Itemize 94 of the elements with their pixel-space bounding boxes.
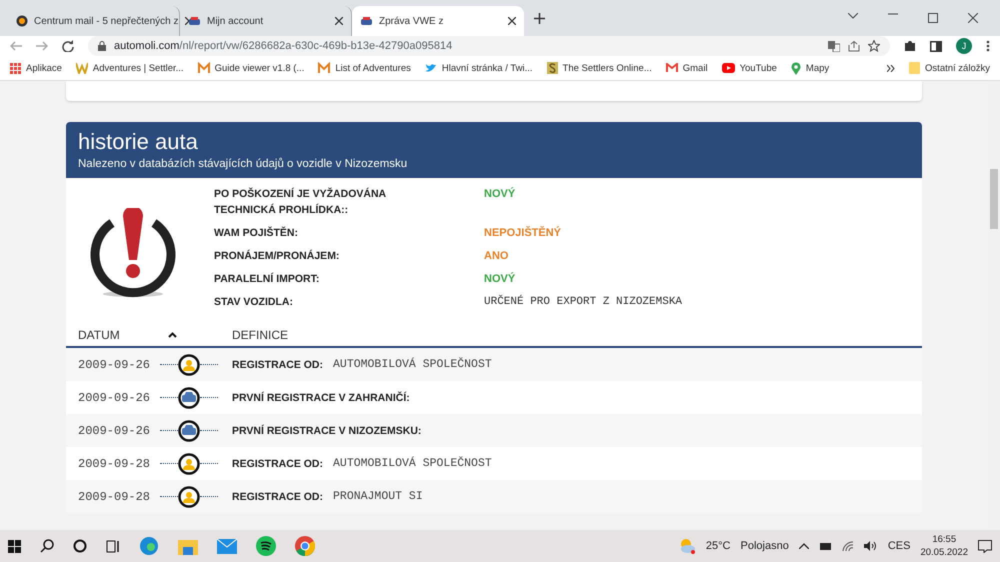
speaker-icon[interactable]: [864, 541, 878, 551]
car-icon: [188, 16, 201, 26]
close-icon[interactable]: [508, 17, 516, 25]
spotify-icon[interactable]: [256, 536, 276, 556]
play-icon: [722, 63, 735, 73]
date-cell-text: 2009-09-26: [78, 424, 152, 438]
close-icon[interactable]: [335, 17, 343, 25]
puzzle-icon[interactable]: [904, 40, 916, 52]
weather-text: Polojasno: [740, 540, 789, 552]
person-node-icon: [178, 452, 200, 474]
event-label: REGISTRACE OD:: [232, 358, 324, 370]
maximize-icon[interactable]: [928, 13, 938, 23]
column-header[interactable]: DEFINICE: [232, 328, 532, 342]
car-node-icon: [178, 386, 200, 408]
mail-envelope-icon[interactable]: [217, 538, 237, 554]
minimize-icon[interactable]: [888, 13, 898, 15]
notifications-icon[interactable]: [978, 540, 992, 552]
date-cell-text: 2009-09-28: [78, 456, 152, 470]
status-value: ANO: [484, 249, 510, 264]
car-icon: [360, 16, 373, 26]
apps-grid-icon: [10, 62, 21, 74]
event-value: PRONAJMOUT SI: [333, 490, 423, 503]
address-bar[interactable]: automoli.com/nl/report/vw/6286682a-630c-469b-b13e-42790a095814: [88, 36, 890, 56]
car-node-icon: [178, 420, 200, 442]
w-logo-icon: [76, 62, 88, 74]
browser-tab[interactable]: Zpráva VWE z: [352, 6, 524, 36]
double-chevron-icon[interactable]: [887, 64, 896, 72]
chevron-up-icon[interactable]: [798, 543, 809, 549]
bookmark[interactable]: YouTube: [722, 62, 777, 74]
fact-value: URČENÉ PRO EXPORT Z NIZOZEMSKA: [484, 294, 682, 310]
side-panel-icon[interactable]: [930, 40, 942, 52]
s-logo-icon: [546, 62, 558, 74]
fact-label: WAM POJIŠTĚN:: [214, 226, 300, 241]
fact-label: PRONÁJEM/PRONÁJEM:: [214, 248, 340, 264]
bookmark[interactable]: List of Adventures: [318, 62, 411, 74]
folder-icon[interactable]: [178, 538, 198, 554]
date-cell-text: 2009-09-26: [78, 390, 152, 404]
sort-caret-icon[interactable]: [168, 332, 177, 338]
m-logo-icon: [318, 62, 330, 74]
temperature-text: 25°C: [706, 540, 730, 552]
event-value: AUTOMOBILOVÁ SPOLEČNOST: [333, 457, 492, 470]
bookmark[interactable]: Hlavní stránka / Twi...: [424, 62, 533, 74]
more-menu-icon[interactable]: [986, 40, 990, 52]
person-node-icon: [178, 486, 200, 508]
close-icon[interactable]: [184, 17, 193, 25]
profile-avatar[interactable]: J: [956, 38, 972, 54]
scrollbar-thumb[interactable]: [990, 169, 998, 229]
chrome-icon[interactable]: [295, 536, 315, 556]
chevron-down-icon[interactable]: [848, 13, 858, 19]
column-header[interactable]: DATUM: [78, 328, 232, 342]
fact-label: STAV VOZIDLA:: [214, 295, 294, 310]
folder-icon: [909, 62, 920, 74]
close-icon[interactable]: [968, 13, 978, 23]
bookmark[interactable]: Adventures | Settler...: [76, 62, 184, 74]
fact-label: PARALELNÍ IMPORT:: [214, 272, 320, 287]
report-subtitle: Nalezeno v databázích stávajících údajů o vozidle v Nizozemsku: [78, 158, 408, 170]
bookmark[interactable]: Gmail: [666, 62, 708, 74]
date-cell-text: 2009-09-28: [78, 490, 152, 504]
date-cell-text: 2009-09-26: [78, 358, 152, 372]
search-icon[interactable]: [40, 539, 54, 553]
share-icon[interactable]: [848, 40, 860, 52]
edge-browser-icon[interactable]: [139, 536, 159, 556]
status-value: NOVÝ: [484, 186, 516, 202]
fact-label: PO POŠKOZENÍ JE VYŽADOVÁNA TECHNICKÁ PROHLÍDKA::: [214, 186, 387, 218]
event-label: PRVNÍ REGISTRACE V ZAHRANIČÍ:: [232, 392, 410, 404]
windows-start-icon[interactable]: [8, 540, 21, 552]
translate-icon[interactable]: [828, 40, 840, 52]
report-title: historie auta: [78, 130, 199, 154]
bookmark[interactable]: The Settlers Online...: [546, 62, 652, 74]
bookmark[interactable]: Aplikace: [10, 62, 62, 74]
star-icon[interactable]: [868, 40, 880, 52]
reload-icon[interactable]: [62, 40, 74, 52]
clock[interactable]: 16:55 20.05.2022: [920, 533, 968, 559]
task-view-icon[interactable]: [106, 540, 120, 552]
event-label: PRVNÍ REGISTRACE V NIZOZEMSKU:: [232, 424, 422, 436]
event-label: REGISTRACE OD:: [232, 458, 324, 470]
status-value: NEPOJIŠTĚNÝ: [484, 225, 562, 241]
circle-icon[interactable]: [73, 539, 87, 553]
lock-icon: [98, 41, 106, 51]
language-indicator[interactable]: CES: [888, 540, 910, 552]
bookmark[interactable]: Guide viewer v1.8 (...: [198, 62, 304, 74]
wifi-icon[interactable]: [842, 541, 854, 551]
event-value: AUTOMOBILOVÁ SPOLEČNOST: [333, 358, 492, 371]
map-pin-icon: [790, 62, 801, 74]
gmail-icon: [666, 63, 678, 73]
battery-icon[interactable]: [818, 542, 832, 550]
status-value: NOVÝ: [484, 271, 516, 287]
person-node-icon: [178, 354, 200, 376]
new-tab-icon[interactable]: [534, 12, 545, 24]
bird-icon: [424, 63, 437, 73]
bookmark[interactable]: Mapy: [790, 62, 830, 74]
event-label: REGISTRACE OD:: [232, 490, 324, 502]
bookmark-folder[interactable]: Ostatní záložky: [909, 62, 990, 74]
m-logo-icon: [198, 62, 210, 74]
